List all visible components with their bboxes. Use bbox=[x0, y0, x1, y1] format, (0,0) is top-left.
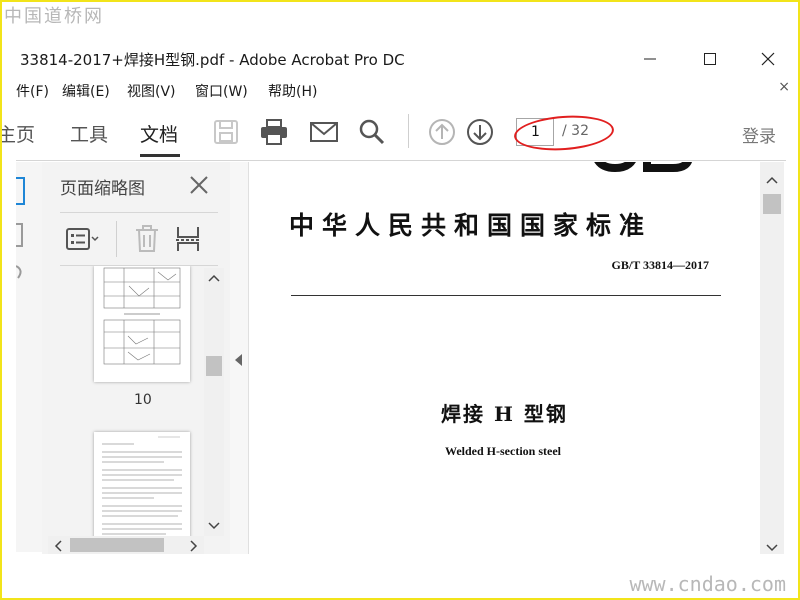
active-tab-indicator bbox=[140, 154, 180, 157]
attachment-icon[interactable] bbox=[16, 262, 26, 282]
window-title: 33814-2017+焊接H型钢.pdf - Adobe Acrobat Pro… bbox=[20, 51, 405, 69]
scroll-down-arrow-icon[interactable] bbox=[208, 522, 220, 530]
scroll-down-arrow-icon[interactable] bbox=[766, 544, 778, 552]
menu-help[interactable]: 帮助(H) bbox=[268, 81, 317, 101]
thumbnail-scroll-thumb[interactable] bbox=[206, 356, 222, 376]
login-button[interactable]: 登录 bbox=[742, 122, 776, 147]
watermark-top: 中国道桥网 bbox=[4, 6, 104, 27]
title-bar: 33814-2017+焊接H型钢.pdf - Adobe Acrobat Pro… bbox=[0, 40, 800, 78]
page-thumbnails-panel: 页面缩略图 10 bbox=[42, 162, 231, 554]
email-button[interactable] bbox=[308, 116, 340, 148]
standard-code: GB/T 33814—2017 bbox=[611, 258, 709, 272]
tab-document[interactable]: 文档 bbox=[140, 120, 178, 147]
minimize-button[interactable] bbox=[630, 44, 670, 74]
bookmark-icon[interactable] bbox=[16, 222, 26, 248]
document-scroll-thumb[interactable] bbox=[763, 194, 781, 214]
scroll-up-arrow-icon[interactable] bbox=[208, 274, 220, 282]
options-icon[interactable] bbox=[66, 227, 100, 251]
next-page-button[interactable] bbox=[464, 116, 496, 148]
document-title-english: Welded H-section steel bbox=[445, 444, 561, 458]
arrow-down-icon bbox=[467, 119, 493, 145]
panel-title: 页面缩略图 bbox=[60, 179, 145, 199]
left-navigation-rail bbox=[16, 162, 43, 552]
menu-edit[interactable]: 编辑(E) bbox=[62, 81, 110, 101]
mail-icon bbox=[310, 122, 338, 142]
minimize-icon bbox=[644, 58, 656, 60]
search-button[interactable] bbox=[356, 116, 388, 148]
menu-view[interactable]: 视图(V) bbox=[127, 81, 176, 101]
watermark-bottom: www.cndao.com bbox=[629, 572, 786, 596]
main-toolbar: 主页 工具 文档 1 / 32 登录 bbox=[0, 104, 786, 161]
extract-icon[interactable] bbox=[174, 225, 202, 253]
close-icon[interactable] bbox=[188, 174, 210, 196]
document-vertical-scrollbar[interactable] bbox=[760, 162, 784, 554]
print-button[interactable] bbox=[258, 116, 290, 148]
page-10-preview bbox=[103, 267, 181, 365]
maximize-button[interactable] bbox=[690, 44, 730, 74]
print-icon bbox=[261, 119, 287, 145]
close-window-button[interactable] bbox=[748, 44, 788, 74]
document-view[interactable]: 中华人民共和国国家标准 GB/T 33814—2017 焊接 H 型钢 Weld… bbox=[248, 162, 761, 554]
arrow-up-icon bbox=[429, 119, 455, 145]
toolbar-separator bbox=[408, 114, 409, 148]
tab-home[interactable]: 主页 bbox=[0, 120, 35, 147]
thumbnail-list: 10 bbox=[60, 266, 204, 536]
menu-window[interactable]: 窗口(W) bbox=[195, 81, 248, 101]
maximize-icon bbox=[704, 53, 716, 65]
scroll-left-arrow-icon[interactable] bbox=[54, 540, 62, 552]
scroll-up-arrow-icon[interactable] bbox=[766, 176, 778, 184]
trash-icon[interactable] bbox=[134, 225, 160, 253]
search-icon bbox=[359, 119, 385, 145]
menu-bar: 件(F) 编辑(E) 视图(V) 窗口(W) 帮助(H) × bbox=[0, 78, 800, 102]
gb-logo-icon bbox=[594, 162, 692, 173]
previous-page-button[interactable] bbox=[426, 116, 458, 148]
collapse-arrow-icon bbox=[235, 354, 242, 366]
save-button[interactable] bbox=[210, 116, 242, 148]
tab-tools[interactable]: 工具 bbox=[70, 120, 108, 147]
thumbnail-label: 10 bbox=[134, 392, 152, 408]
document-rule bbox=[291, 295, 721, 296]
document-heading: 中华人民共和国国家标准 bbox=[289, 211, 653, 240]
collapse-panel-button[interactable] bbox=[230, 162, 248, 554]
thumbnail-vertical-scrollbar[interactable] bbox=[204, 268, 224, 536]
page-thumbnails-icon[interactable] bbox=[16, 176, 26, 206]
thumbnail-hscroll-thumb[interactable] bbox=[70, 538, 164, 552]
save-icon bbox=[214, 120, 238, 144]
menu-file[interactable]: 件(F) bbox=[16, 81, 49, 101]
thumbnail-page-11[interactable] bbox=[94, 432, 190, 536]
close-icon bbox=[761, 52, 775, 66]
panel-toolbar bbox=[60, 212, 218, 266]
menu-close-button[interactable]: × bbox=[778, 79, 790, 95]
scroll-right-arrow-icon[interactable] bbox=[190, 540, 198, 552]
page-11-preview bbox=[102, 436, 182, 535]
thumbnail-page-10[interactable] bbox=[94, 266, 190, 382]
document-title-chinese: 焊接 H 型钢 bbox=[441, 402, 568, 426]
panel-toolbar-separator bbox=[116, 221, 117, 257]
thumbnail-horizontal-scrollbar[interactable] bbox=[48, 536, 204, 554]
